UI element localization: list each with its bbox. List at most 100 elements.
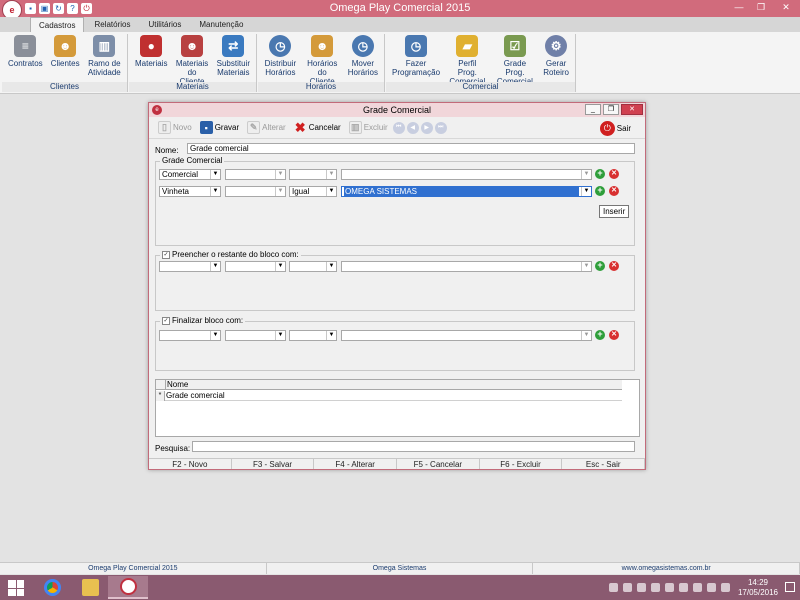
status-company: Omega Sistemas bbox=[267, 563, 534, 574]
perfil-prog-button[interactable]: ▰Perfil Prog. Comercial bbox=[444, 35, 491, 86]
pesquisa-input[interactable] bbox=[192, 441, 635, 452]
tab-cadastros[interactable]: Cadastros bbox=[30, 17, 85, 33]
finalizar-select-1[interactable]: ▼ bbox=[159, 330, 221, 341]
last-record-icon[interactable]: ⏭ bbox=[434, 121, 447, 134]
grade-prog-button[interactable]: ☑Grade Prog. Comercial bbox=[491, 35, 540, 86]
finalizar-add-icon[interactable]: + bbox=[595, 330, 605, 340]
client-materials-icon: ☻ bbox=[181, 35, 204, 57]
gravar-button[interactable]: ▪ Gravar bbox=[196, 121, 243, 134]
fazer-programacao-button[interactable]: ◷ Fazer Programação bbox=[388, 35, 444, 77]
ribbon-group-comercial: ◷ Fazer Programação ▰Perfil Prog. Comerci… bbox=[386, 34, 576, 92]
grade-row2-condition-select[interactable]: Igual ▼ bbox=[289, 186, 337, 197]
shortcut-f5[interactable]: F5 - Cancelar bbox=[397, 459, 480, 469]
volume-icon[interactable] bbox=[721, 583, 730, 592]
materiais-button[interactable]: ● Materiais bbox=[131, 35, 171, 68]
taskbar-explorer[interactable] bbox=[70, 576, 110, 599]
grade-row1-add-icon[interactable]: + bbox=[595, 169, 605, 179]
tab-manutencao[interactable]: Manutenção bbox=[191, 17, 251, 33]
finalizar-checkbox[interactable]: ✓ bbox=[162, 316, 170, 325]
distribuir-horarios-button[interactable]: ◷ Distribuir Horários bbox=[260, 35, 301, 77]
nome-input[interactable]: Grade comercial bbox=[187, 143, 635, 154]
ribbon: ≡ Contratos ☻ Clientes ▥ Ramo de Atividade … bbox=[0, 32, 800, 94]
grade-row2-remove-icon[interactable]: ✕ bbox=[609, 186, 619, 196]
next-record-icon[interactable]: ▶ bbox=[420, 121, 433, 134]
ramo-atividade-button[interactable]: ▥ Ramo de Atividade bbox=[84, 35, 125, 77]
omega-app-icon bbox=[119, 578, 137, 595]
preencher-select-3[interactable]: ▼ bbox=[289, 261, 337, 272]
excluir-button[interactable]: ▥ Excluir bbox=[345, 121, 392, 134]
preencher-add-icon[interactable]: + bbox=[595, 261, 605, 271]
tab-utilitarios[interactable]: Utilitários bbox=[140, 17, 189, 33]
cancelar-button[interactable]: ✖ Cancelar bbox=[290, 120, 345, 135]
taskbar-clock[interactable]: 14:29 17/05/2016 bbox=[738, 578, 778, 598]
materiais-cliente-button[interactable]: ☻Materiais do Cliente bbox=[171, 35, 212, 86]
shortcut-f2[interactable]: F2 - Novo bbox=[149, 459, 232, 469]
preencher-remove-icon[interactable]: ✕ bbox=[609, 261, 619, 271]
dialog-title: Grade Comercial bbox=[362, 105, 432, 115]
preencher-checkbox[interactable]: ✓ bbox=[162, 250, 170, 259]
taskbar-omega-play[interactable] bbox=[108, 576, 148, 599]
close-icon[interactable]: ✕ bbox=[775, 0, 797, 14]
tray-app-icon[interactable] bbox=[651, 583, 660, 592]
status-bar: Omega Play Comercial 2015 Omega Sistemas… bbox=[0, 562, 800, 574]
shortcut-f4[interactable]: F4 - Alterar bbox=[314, 459, 398, 469]
alterar-button[interactable]: ✎ Alterar bbox=[243, 121, 290, 134]
dialog-minimize-icon[interactable]: _ bbox=[585, 104, 601, 115]
grade-row2-value-select[interactable]: OMEGA SISTEMAS ▼ bbox=[341, 186, 592, 197]
grade-row1-select-3[interactable]: ▼ bbox=[289, 169, 337, 180]
table-cell-nome[interactable]: Grade comercial bbox=[166, 391, 225, 401]
grade-row2-select-2[interactable]: ▼ bbox=[225, 186, 286, 197]
chevron-down-icon: ▼ bbox=[210, 331, 220, 340]
tab-relatorios[interactable]: Relatórios bbox=[86, 17, 138, 33]
minimize-icon[interactable]: — bbox=[728, 0, 750, 14]
tray-app-icon[interactable] bbox=[609, 583, 618, 592]
taskbar-chrome[interactable] bbox=[32, 576, 72, 599]
grade-row2-type-select[interactable]: Vinheta ▼ bbox=[159, 186, 221, 197]
tray-app-icon[interactable] bbox=[665, 583, 674, 592]
substituir-materiais-button[interactable]: ⇄ Substituir Materiais bbox=[213, 35, 254, 77]
network-icon[interactable] bbox=[707, 583, 716, 592]
new-row-marker: * bbox=[156, 391, 165, 401]
preencher-select-1[interactable]: ▼ bbox=[159, 261, 221, 272]
finalizar-select-3[interactable]: ▼ bbox=[289, 330, 337, 341]
grade-row1-remove-icon[interactable]: ✕ bbox=[609, 169, 619, 179]
notification-icon[interactable] bbox=[785, 582, 795, 592]
clientes-button[interactable]: ☻ Clientes bbox=[47, 35, 84, 68]
grade-row2-add-icon[interactable]: + bbox=[595, 186, 605, 196]
shortcut-esc[interactable]: Esc - Sair bbox=[562, 459, 646, 469]
first-record-icon[interactable]: ⏮ bbox=[392, 121, 405, 134]
dialog-close-icon[interactable]: ✕ bbox=[621, 104, 643, 115]
grade-row1-type-select[interactable]: Comercial ▼ bbox=[159, 169, 221, 180]
horarios-cliente-button[interactable]: ☻Horários do Cliente bbox=[301, 35, 344, 86]
grade-row1-select-2[interactable]: ▼ bbox=[225, 169, 286, 180]
preencher-select-2[interactable]: ▼ bbox=[225, 261, 286, 272]
dialog-restore-icon[interactable]: ❐ bbox=[603, 104, 619, 115]
novo-button[interactable]: ▯ Novo bbox=[154, 121, 196, 134]
tray-app-icon[interactable] bbox=[623, 583, 632, 592]
table-row[interactable]: * Grade comercial bbox=[156, 391, 622, 401]
tray-app-icon[interactable] bbox=[693, 583, 702, 592]
tray-app-icon[interactable] bbox=[637, 583, 646, 592]
move-clock-icon: ◷ bbox=[351, 35, 374, 57]
finalizar-select-4[interactable]: ▼ bbox=[341, 330, 592, 341]
grade-row1-select-4[interactable]: ▼ bbox=[341, 169, 592, 180]
client-clock-icon: ☻ bbox=[311, 35, 334, 57]
cancelar-label: Cancelar bbox=[308, 123, 341, 132]
finalizar-remove-icon[interactable]: ✕ bbox=[609, 330, 619, 340]
column-header-nome[interactable]: Nome bbox=[165, 380, 622, 390]
gravar-label: Gravar bbox=[214, 123, 240, 132]
microphone-icon: ● bbox=[140, 35, 163, 57]
finalizar-select-2[interactable]: ▼ bbox=[225, 330, 286, 341]
restore-icon[interactable]: ❐ bbox=[750, 0, 772, 14]
sair-button[interactable]: ⏻ Sair bbox=[599, 121, 631, 136]
gerar-roteiro-button[interactable]: ⚙ Gerar Roteiro bbox=[539, 35, 573, 77]
shortcut-f6[interactable]: F6 - Excluir bbox=[480, 459, 563, 469]
prev-record-icon[interactable]: ◀ bbox=[406, 121, 419, 134]
windows-start-icon[interactable] bbox=[8, 580, 24, 596]
calendar-clock-icon: ◷ bbox=[405, 35, 428, 57]
preencher-select-4[interactable]: ▼ bbox=[341, 261, 592, 272]
mover-horarios-button[interactable]: ◷ Mover Horários bbox=[344, 35, 382, 77]
shortcut-f3[interactable]: F3 - Salvar bbox=[232, 459, 315, 469]
contratos-button[interactable]: ≡ Contratos bbox=[4, 35, 47, 68]
tray-app-icon[interactable] bbox=[679, 583, 688, 592]
